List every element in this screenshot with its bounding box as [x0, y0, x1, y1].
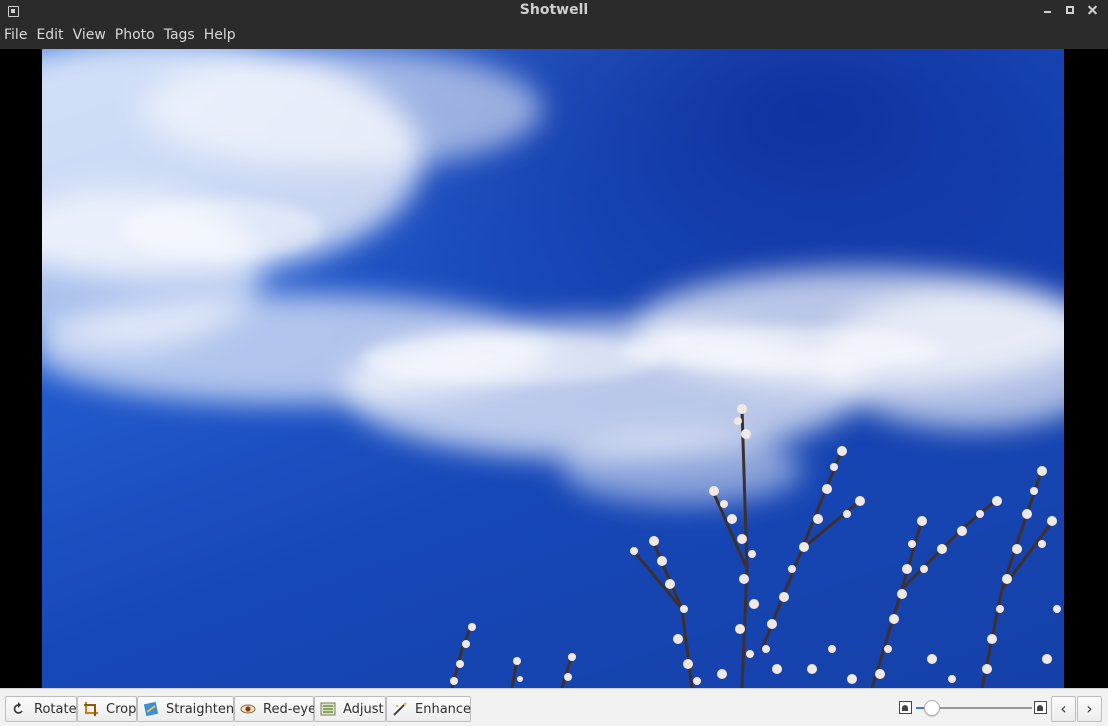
- crop-icon: [83, 701, 99, 717]
- previous-photo-button[interactable]: ‹: [1051, 696, 1076, 722]
- zoom-slider-handle[interactable]: [924, 700, 940, 716]
- red-eye-button[interactable]: Red-eye: [234, 696, 317, 722]
- photo-viewport[interactable]: [0, 49, 1108, 688]
- enhance-label: Enhance: [415, 701, 472, 717]
- title-bar: Shotwell: [0, 0, 1108, 22]
- crop-label: Crop: [106, 701, 137, 717]
- rotate-label: Rotate: [34, 701, 77, 717]
- menu-edit[interactable]: Edit: [36, 22, 71, 49]
- red-eye-icon: [240, 701, 256, 717]
- chevron-left-icon: ‹: [1060, 699, 1067, 718]
- enhance-icon: [392, 701, 408, 717]
- straighten-icon: [143, 701, 159, 717]
- adjust-button[interactable]: Adjust: [314, 696, 386, 722]
- adjust-label: Adjust: [343, 701, 384, 717]
- enhance-button[interactable]: Enhance: [386, 696, 471, 722]
- next-photo-button[interactable]: ›: [1077, 696, 1102, 722]
- crop-button[interactable]: Crop: [77, 696, 137, 722]
- straighten-label: Straighten: [166, 701, 235, 717]
- maximize-icon[interactable]: [1063, 3, 1077, 17]
- menu-bar: File Edit View Photo Tags Help: [0, 22, 1108, 49]
- adjust-icon: [320, 701, 336, 717]
- menu-file[interactable]: File: [4, 22, 35, 49]
- photo-image: [42, 49, 1064, 688]
- bottom-toolbar: Rotate Crop Straighten Red-eye Adjust En…: [0, 688, 1108, 726]
- chevron-right-icon: ›: [1086, 699, 1093, 718]
- menu-help[interactable]: Help: [204, 22, 244, 49]
- rotate-button[interactable]: Rotate: [5, 696, 77, 722]
- zoom-out-icon[interactable]: [899, 701, 912, 714]
- red-eye-label: Red-eye: [263, 701, 317, 717]
- minimize-icon[interactable]: [1041, 3, 1055, 17]
- zoom-in-icon[interactable]: [1034, 701, 1047, 714]
- menu-tags[interactable]: Tags: [164, 22, 203, 49]
- menu-view[interactable]: View: [73, 22, 114, 49]
- photo-content: [42, 49, 1064, 688]
- window-title: Shotwell: [519, 2, 589, 18]
- close-icon[interactable]: [1086, 3, 1100, 17]
- menu-photo[interactable]: Photo: [115, 22, 163, 49]
- straighten-button[interactable]: Straighten: [137, 696, 234, 722]
- rotate-icon: [11, 701, 27, 717]
